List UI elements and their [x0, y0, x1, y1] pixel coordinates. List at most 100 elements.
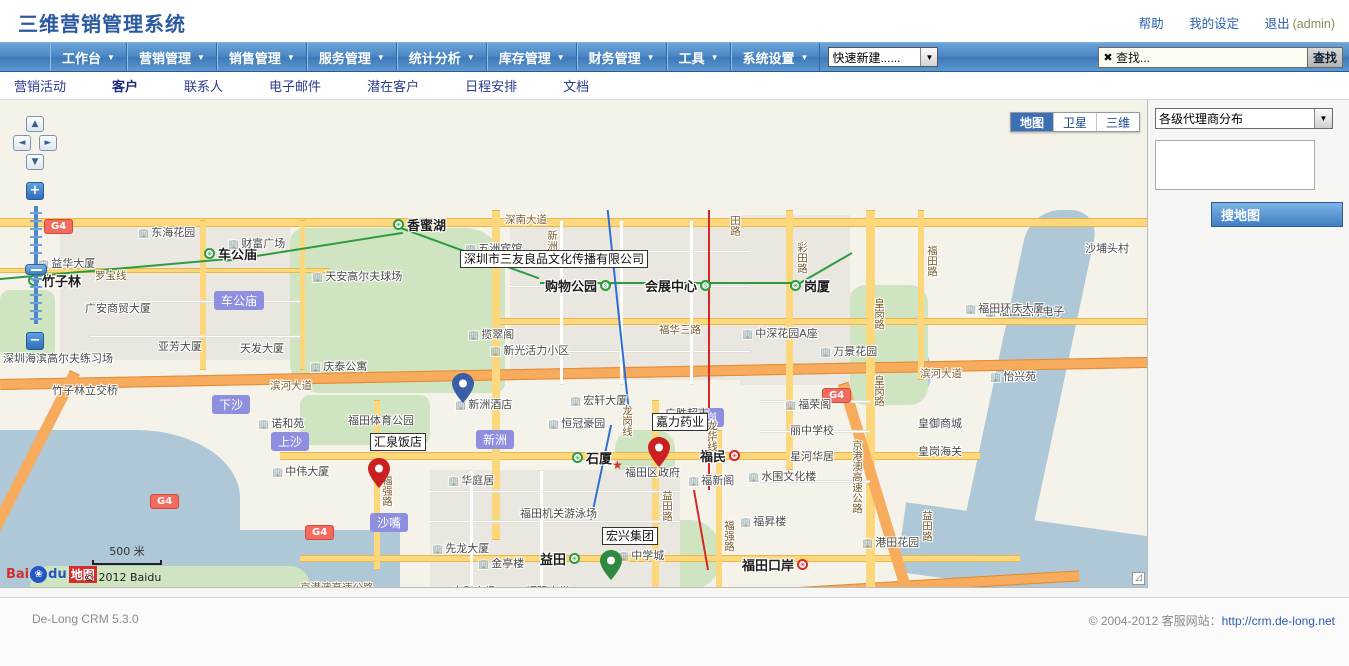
zoom-tick	[30, 244, 42, 246]
map-type-3d[interactable]: 三维	[1096, 113, 1139, 131]
global-search-area: ✖ 查找... 查找	[1097, 47, 1343, 68]
map-marker-huiquan-restaurant[interactable]	[368, 458, 390, 488]
zoom-tick	[30, 236, 42, 238]
chevron-down-icon: ▼	[800, 53, 809, 62]
baidu-logo-bai: Bai	[6, 567, 30, 582]
map-road-mid-v	[716, 430, 722, 587]
help-link[interactable]: 帮助	[1139, 17, 1164, 31]
map-urban-block-center	[510, 220, 750, 380]
global-search-button[interactable]: 查找	[1307, 47, 1343, 68]
menu-item-marketing[interactable]: 营销管理 ▼	[126, 43, 217, 71]
map-type-map[interactable]: 地图	[1010, 113, 1054, 131]
chevron-down-icon: ▼	[920, 48, 938, 66]
menu-item-tools[interactable]: 工具 ▼	[666, 43, 731, 71]
chevron-down-icon: ▼	[646, 53, 655, 62]
map-road-fuqiang	[300, 555, 1020, 562]
map-minor-street	[510, 285, 750, 288]
quick-new-select[interactable]: 快速新建...... ▼	[828, 47, 939, 67]
page-footer: De-Long CRM 5.3.0 © 2004-2012 客服网站：http:…	[0, 597, 1349, 666]
chevron-down-icon: ▼	[286, 53, 295, 62]
find-icon: ✖	[1103, 52, 1113, 64]
map-zoom-out-button[interactable]: −	[26, 332, 44, 350]
map-marker-hongxing-group[interactable]	[600, 550, 622, 580]
map-pan-down-button[interactable]: ▼	[26, 154, 44, 170]
my-settings-link[interactable]: 我的设定	[1189, 17, 1239, 31]
map-pan-right-button[interactable]: ►	[39, 135, 57, 151]
quick-new-label: 快速新建......	[832, 50, 901, 65]
map-type-satellite[interactable]: 卫星	[1053, 113, 1097, 131]
baidu-map-canvas[interactable]: G4 G4 G4 G4 G4 G4 车公庙 下沙 上沙 新洲 沙嘴 皇岗 ✳ 香…	[0, 100, 1148, 588]
subnav-item-schedule[interactable]: 日程安排	[465, 76, 517, 95]
menu-item-service[interactable]: 服务管理 ▼	[306, 43, 397, 71]
map-urban-block-ne	[740, 215, 850, 385]
map-minor-street	[430, 520, 680, 523]
map-minor-street	[690, 220, 693, 385]
map-type-switch: 地图 卫星 三维	[1009, 112, 1140, 132]
subnav-item-campaigns[interactable]: 营销活动	[14, 76, 66, 95]
map-marker-sanyouliangpin[interactable]	[452, 373, 474, 403]
paw-icon: ❀	[30, 566, 48, 583]
sub-nav-bar: 营销活动 客户 联系人 电子邮件 潜在客户 日程安排 文档	[0, 72, 1349, 100]
map-minor-street	[90, 335, 300, 338]
menu-item-label: 库存管理	[498, 50, 551, 66]
map-minor-street	[760, 480, 870, 483]
menu-item-workbench[interactable]: 工作台 ▼	[50, 43, 127, 71]
map-minor-street	[470, 470, 473, 587]
menu-item-label: 营销管理	[138, 50, 191, 66]
map-minor-street	[760, 430, 870, 433]
logout-link[interactable]: 退出	[1265, 17, 1290, 31]
subnav-item-email[interactable]: 电子邮件	[269, 76, 321, 95]
footer-copyright-text: © 2004-2012 客服网站：	[1088, 614, 1222, 628]
map-pan-up-button[interactable]: ▲	[26, 116, 44, 132]
map-zoom-slider[interactable]	[25, 206, 47, 324]
zoom-tick	[30, 252, 42, 254]
footer-version: De-Long CRM 5.3.0	[32, 612, 139, 626]
agent-query-textarea[interactable]	[1155, 140, 1315, 190]
subnav-item-documents[interactable]: 文档	[563, 76, 589, 95]
menu-item-system-settings[interactable]: 系统设置 ▼	[730, 43, 821, 71]
menu-item-finance[interactable]: 财务管理 ▼	[576, 43, 667, 71]
map-resize-handle[interactable]: ◿	[1132, 572, 1145, 585]
map-park-huanggang	[848, 285, 928, 405]
chevron-down-icon: ▼	[376, 53, 385, 62]
map-minor-street	[540, 470, 543, 587]
zoom-tick	[30, 294, 42, 296]
agent-distribution-select[interactable]: 各级代理商分布 ▼	[1155, 108, 1333, 129]
app-brand-title: 三维营销管理系统	[18, 14, 186, 36]
map-zoom-slider-handle[interactable]	[25, 264, 47, 275]
chevron-down-icon: ▼	[710, 53, 719, 62]
map-marker-label-jiali-pharma: 嘉力药业	[652, 413, 709, 431]
map-scale-bar: 500 米	[92, 543, 162, 565]
footer-support-url[interactable]: http://crm.de-long.net	[1222, 614, 1335, 628]
menu-item-label: 统计分析	[408, 50, 461, 66]
chevron-down-icon: ▼	[196, 53, 205, 62]
global-search-input[interactable]: ✖ 查找...	[1097, 47, 1308, 68]
map-marker-label-sanyouliangpin: 深圳市三友良品文化传播有限公司	[460, 250, 649, 268]
subnav-item-leads[interactable]: 潜在客户	[367, 76, 419, 95]
highway-shield: G4	[150, 494, 180, 509]
menu-item-label: 服务管理	[318, 50, 371, 66]
highway-shield: G4	[305, 525, 335, 540]
map-road-fuhua3	[500, 318, 1147, 325]
search-map-button[interactable]: 搜地图	[1211, 202, 1343, 227]
menu-item-label: 销售管理	[228, 50, 281, 66]
subnav-item-customers[interactable]: 客户	[112, 76, 138, 95]
map-pin-icon	[600, 550, 622, 580]
menu-item-label: 工作台	[62, 50, 102, 66]
menu-item-inventory[interactable]: 库存管理 ▼	[486, 43, 577, 71]
chevron-down-icon: ▼	[1314, 109, 1332, 128]
menu-item-statistics[interactable]: 统计分析 ▼	[396, 43, 487, 71]
menu-item-sales[interactable]: 销售管理 ▼	[216, 43, 307, 71]
map-marker-label-huiquan-restaurant: 汇泉饭店	[370, 433, 427, 451]
map-rail-longhua-line	[708, 210, 710, 490]
map-minor-street	[430, 490, 680, 493]
chevron-down-icon: ▼	[107, 53, 115, 62]
map-pan-left-button[interactable]: ◄	[13, 135, 31, 151]
map-marker-jiali-pharma[interactable]	[648, 437, 670, 467]
zoom-tick	[30, 228, 42, 230]
zoom-tick	[30, 220, 42, 222]
quick-new-wrapper: 快速新建...... ▼	[828, 43, 939, 71]
page-content: G4 G4 G4 G4 G4 G4 车公庙 下沙 上沙 新洲 沙嘴 皇岗 ✳ 香…	[0, 100, 1349, 597]
map-zoom-in-button[interactable]: +	[26, 182, 44, 200]
subnav-item-contacts[interactable]: 联系人	[184, 76, 223, 95]
